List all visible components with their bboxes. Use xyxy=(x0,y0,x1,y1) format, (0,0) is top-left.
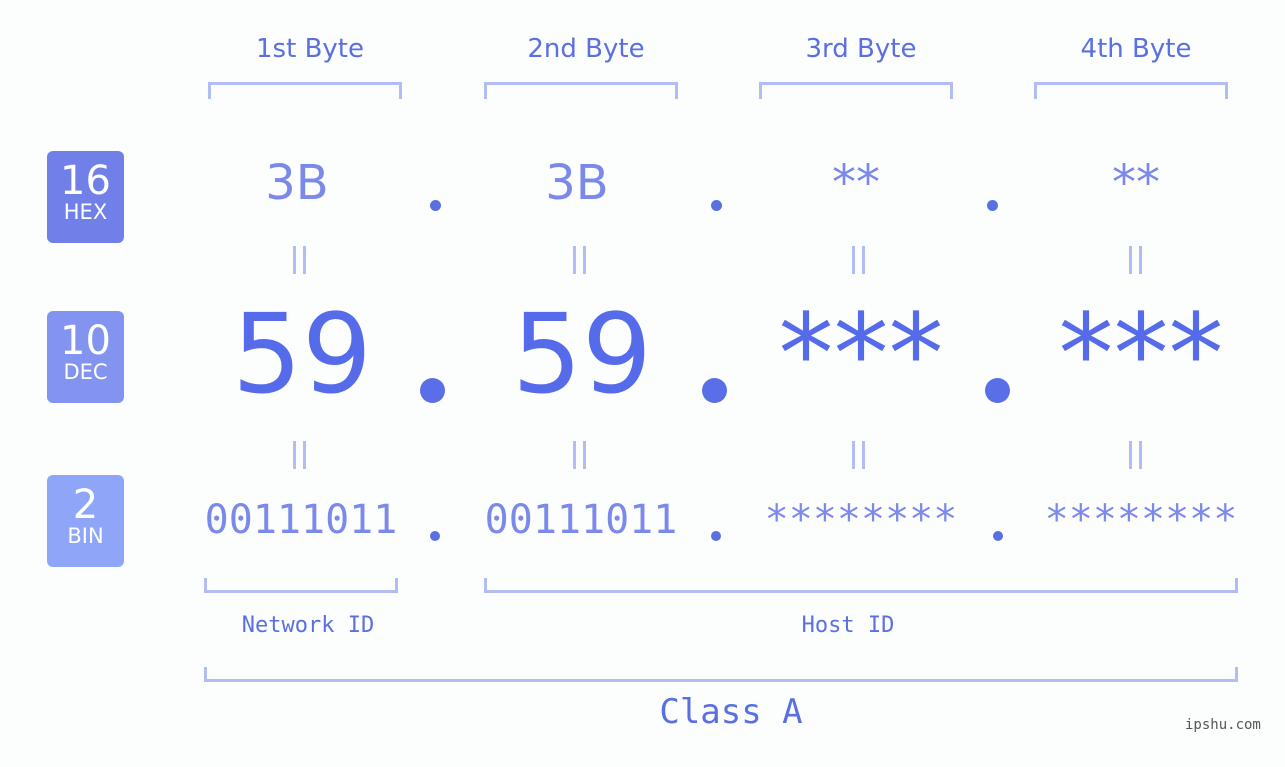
equals-icon xyxy=(1129,246,1143,274)
bin-base-number: 2 xyxy=(72,482,99,528)
byte-bracket-3 xyxy=(759,82,953,99)
class-label: Class A xyxy=(659,692,803,732)
equals-icon xyxy=(852,246,866,274)
equals-icon xyxy=(852,441,866,469)
equals-icon xyxy=(573,246,587,274)
bin-byte-2: 00111011 xyxy=(484,497,678,543)
equals-icon xyxy=(293,441,307,469)
hex-dot-1 xyxy=(430,200,441,211)
bin-byte-4: ******** xyxy=(1044,497,1238,543)
bin-badge: 2 BIN xyxy=(47,475,124,567)
host-id-bracket xyxy=(484,578,1238,593)
bin-dot-1 xyxy=(430,531,440,541)
hex-base-number: 16 xyxy=(60,158,111,204)
watermark: ipshu.com xyxy=(1185,717,1261,733)
equals-icon xyxy=(573,441,587,469)
dec-dot-3 xyxy=(985,378,1010,403)
dec-byte-3: *** xyxy=(778,290,944,418)
host-id-label: Host ID xyxy=(801,613,895,638)
byte-header-2: 2nd Byte xyxy=(527,34,645,64)
hex-base-label: HEX xyxy=(63,200,108,224)
dec-base-label: DEC xyxy=(63,360,108,384)
dec-byte-1: 59 xyxy=(232,290,372,418)
network-id-bracket xyxy=(204,578,398,593)
bin-dot-3 xyxy=(993,531,1003,541)
bin-byte-3: ******** xyxy=(764,497,958,543)
hex-dot-3 xyxy=(987,200,998,211)
byte-bracket-4 xyxy=(1034,82,1228,99)
byte-bracket-1 xyxy=(208,82,402,99)
byte-header-4: 4th Byte xyxy=(1080,34,1192,64)
hex-badge: 16 HEX xyxy=(47,151,124,243)
hex-byte-4: ** xyxy=(1112,155,1160,211)
dec-badge: 10 DEC xyxy=(47,311,124,403)
hex-byte-1: 3B xyxy=(265,155,329,211)
dec-dot-1 xyxy=(420,378,445,403)
bin-dot-2 xyxy=(711,531,721,541)
equals-icon xyxy=(1129,441,1143,469)
byte-header-3: 3rd Byte xyxy=(805,34,917,64)
hex-byte-3: ** xyxy=(832,155,880,211)
hex-dot-2 xyxy=(711,200,722,211)
class-bracket xyxy=(204,667,1238,682)
bin-byte-1: 00111011 xyxy=(204,497,398,543)
dec-byte-4: *** xyxy=(1058,290,1224,418)
dec-byte-2: 59 xyxy=(512,290,652,418)
bin-base-label: BIN xyxy=(67,524,104,548)
network-id-label: Network ID xyxy=(241,613,375,638)
hex-byte-2: 3B xyxy=(545,155,609,211)
byte-bracket-2 xyxy=(484,82,678,99)
dec-dot-2 xyxy=(702,378,727,403)
dec-base-number: 10 xyxy=(60,318,111,364)
byte-header-1: 1st Byte xyxy=(256,34,364,64)
equals-icon xyxy=(293,246,307,274)
